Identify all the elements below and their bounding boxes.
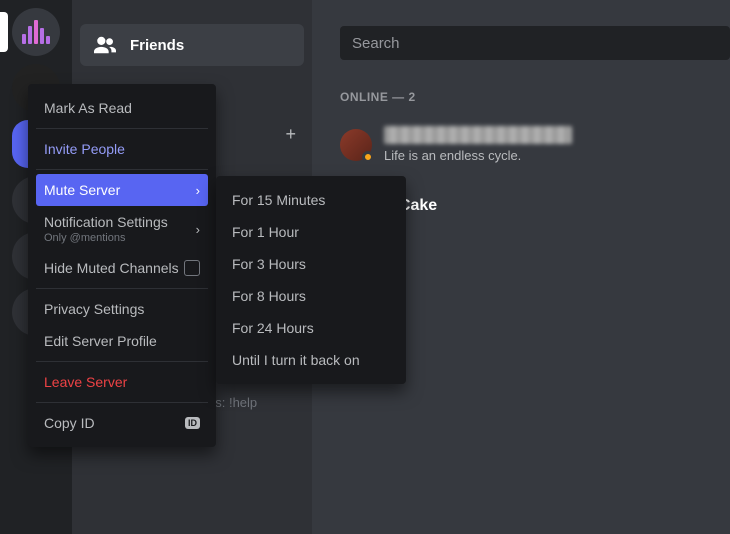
menu-label: For 24 Hours [232, 320, 314, 336]
menu-invite-people[interactable]: Invite People [36, 133, 208, 165]
chevron-right-icon: › [196, 183, 200, 198]
equalizer-icon [22, 20, 50, 44]
server-context-menu: Mark As Read Invite People Mute Server ›… [28, 84, 216, 447]
menu-mark-as-read[interactable]: Mark As Read [36, 92, 208, 124]
menu-label: Mute Server [44, 182, 120, 198]
plus-icon[interactable]: + [285, 124, 296, 145]
mute-until-back-on[interactable]: Until I turn it back on [224, 344, 398, 376]
mute-15-minutes[interactable]: For 15 Minutes [224, 184, 398, 216]
menu-mute-server[interactable]: Mute Server › [36, 174, 208, 206]
friend-meta: Life is an endless cycle. [384, 126, 572, 163]
menu-hide-muted-channels[interactable]: Hide Muted Channels [36, 252, 208, 284]
friend-row[interactable]: Life is an endless cycle. [340, 126, 730, 163]
menu-label: Leave Server [44, 374, 127, 390]
menu-leave-server[interactable]: Leave Server [36, 366, 208, 398]
status-idle-icon [362, 151, 374, 163]
menu-label: For 8 Hours [232, 288, 306, 304]
menu-separator [36, 288, 208, 289]
menu-separator [36, 361, 208, 362]
menu-copy-id[interactable]: Copy ID ID [36, 407, 208, 439]
menu-edit-server-profile[interactable]: Edit Server Profile [36, 325, 208, 357]
friend-status-text: Life is an endless cycle. [384, 148, 572, 163]
mute-24-hours[interactable]: For 24 Hours [224, 312, 398, 344]
mute-submenu: For 15 Minutes For 1 Hour For 3 Hours Fo… [216, 176, 406, 384]
chevron-right-icon: › [196, 222, 200, 237]
menu-label: Until I turn it back on [232, 352, 360, 368]
menu-label: Hide Muted Channels [44, 260, 179, 276]
menu-label: Edit Server Profile [44, 333, 157, 349]
friend-name-redacted [384, 126, 572, 144]
mute-8-hours[interactable]: For 8 Hours [224, 280, 398, 312]
friends-button[interactable]: Friends [80, 24, 304, 66]
menu-label: Privacy Settings [44, 301, 144, 317]
mute-3-hours[interactable]: For 3 Hours [224, 248, 398, 280]
menu-separator [36, 402, 208, 403]
mute-1-hour[interactable]: For 1 Hour [224, 216, 398, 248]
menu-separator [36, 169, 208, 170]
online-header: ONLINE — 2 [340, 90, 730, 104]
menu-label: Invite People [44, 141, 125, 157]
menu-label: For 15 Minutes [232, 192, 325, 208]
search-input[interactable]: Search [340, 26, 730, 60]
search-placeholder: Search [352, 35, 400, 52]
id-badge-icon: ID [185, 417, 200, 429]
menu-privacy-settings[interactable]: Privacy Settings [36, 293, 208, 325]
menu-label: Mark As Read [44, 100, 132, 116]
menu-notification-settings[interactable]: Notification Settings Only @mentions › [36, 206, 208, 252]
menu-label: Notification Settings [44, 214, 168, 230]
menu-sublabel: Only @mentions [44, 232, 168, 244]
server-icon[interactable] [12, 8, 60, 56]
friends-icon [94, 36, 116, 54]
checkbox-icon [184, 260, 200, 276]
avatar [340, 129, 372, 161]
menu-label: For 3 Hours [232, 256, 306, 272]
menu-separator [36, 128, 208, 129]
menu-label: For 1 Hour [232, 224, 299, 240]
menu-label: Copy ID [44, 415, 95, 431]
friends-label: Friends [130, 37, 184, 54]
